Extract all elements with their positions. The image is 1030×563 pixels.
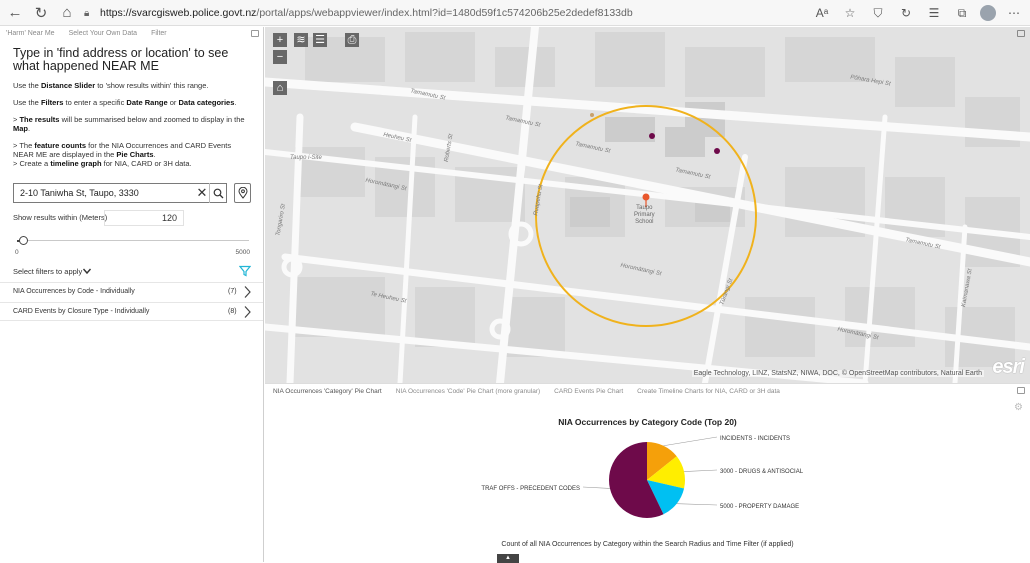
url-path: /portal/apps/webappviewer/index.html?id=… bbox=[256, 7, 633, 19]
home-icon[interactable]: ⌂ bbox=[56, 2, 78, 24]
tab-harm-near-me[interactable]: 'Harm' Near Me bbox=[6, 30, 55, 37]
result-label: NIA Occurrences by Code - Individually bbox=[13, 288, 135, 295]
browser-actions: Aᵃ ☆ ⛉ ↻ ☰ ⧉ ⋯ bbox=[812, 3, 1024, 23]
page-title: Type in 'find address or location' to se… bbox=[13, 46, 229, 73]
more-icon[interactable]: ⋯ bbox=[1004, 6, 1024, 20]
filters-toggle[interactable]: Select filters to apply bbox=[13, 265, 251, 279]
panel-minimize-icon[interactable] bbox=[251, 29, 259, 37]
slider-max-label: 5000 bbox=[235, 249, 250, 256]
browser-toolbar: ← ↻ ⌂ 🔒︎ https://svarcgisweb.police.govt… bbox=[0, 0, 1030, 26]
back-icon[interactable]: ← bbox=[4, 2, 26, 24]
pie-leader-line bbox=[684, 469, 718, 472]
chart-minimize-icon[interactable] bbox=[1017, 387, 1025, 394]
refresh-icon[interactable]: ↻ bbox=[30, 2, 52, 24]
near-me-panel: 'Harm' Near Me Select Your Own Data Filt… bbox=[0, 27, 264, 562]
pie-chart: INCIDENTS - INCIDENTS 3000 - DRUGS & ANTI… bbox=[481, 436, 804, 518]
gear-icon[interactable]: ⚙ bbox=[1014, 402, 1023, 413]
chevron-right-icon[interactable] bbox=[242, 305, 252, 319]
radius-control: Show results within (Meters) 120 bbox=[13, 210, 253, 226]
radius-label: Show results within (Meters) bbox=[13, 213, 108, 222]
search-icon[interactable] bbox=[209, 183, 227, 203]
pie-slice-label: INCIDENTS - INCIDENTS bbox=[720, 436, 790, 442]
chevron-down-icon[interactable] bbox=[82, 266, 92, 276]
home-view-icon[interactable]: ⌂ bbox=[273, 81, 287, 95]
print-icon[interactable]: ⎙ bbox=[345, 33, 359, 47]
layers-icon[interactable]: ≋ bbox=[294, 33, 308, 47]
filter-icon[interactable] bbox=[239, 265, 251, 277]
pie-leader-line bbox=[676, 503, 718, 506]
zoom-out-button[interactable]: − bbox=[273, 50, 287, 64]
chart-footnote: Count of all NIA Occurrences by Category… bbox=[501, 541, 794, 548]
map-minimize-icon[interactable] bbox=[1017, 30, 1025, 37]
radius-input[interactable]: 120 bbox=[104, 210, 184, 226]
result-count: (7) bbox=[228, 288, 237, 295]
place-label: Taupo i-Site bbox=[290, 155, 322, 161]
location-pin-icon[interactable] bbox=[234, 183, 251, 203]
pie-slice-label: 3000 - DRUGS & ANTISOCIAL bbox=[720, 469, 804, 475]
avatar[interactable] bbox=[980, 5, 996, 21]
legend-icon[interactable]: ☰ bbox=[313, 33, 327, 47]
result-label: CARD Events by Closure Type - Individual… bbox=[13, 308, 150, 315]
favorites-list-icon[interactable]: ☰ bbox=[924, 6, 944, 20]
result-row-nia[interactable]: NIA Occurrences by Code - Individually (… bbox=[0, 282, 263, 301]
tab-timeline[interactable]: Create Timeline Charts for NIA, CARD or … bbox=[637, 388, 780, 395]
pie-slice-label: 5000 - PROPERTY DAMAGE bbox=[720, 504, 799, 510]
instruction-counts: > The feature counts for the NIA Occurre… bbox=[13, 141, 232, 168]
instruction-filters: Use the Filters to enter a specific Date… bbox=[13, 98, 237, 107]
collections-icon[interactable]: ⧉ bbox=[952, 6, 972, 21]
distance-slider[interactable]: 0 5000 bbox=[13, 235, 250, 259]
tab-category-pie[interactable]: NIA Occurrences 'Category' Pie Chart bbox=[273, 388, 382, 395]
result-row-card[interactable]: CARD Events by Closure Type - Individual… bbox=[0, 302, 263, 321]
clear-icon[interactable]: ✕ bbox=[195, 185, 209, 201]
filters-label: Select filters to apply bbox=[13, 267, 83, 276]
address-search: ✕ bbox=[13, 183, 251, 203]
tab-code-pie[interactable]: NIA Occurrences 'Code' Pie Chart (more g… bbox=[396, 388, 540, 395]
read-aloud-icon[interactable]: Aᵃ bbox=[812, 6, 832, 20]
tab-card-pie[interactable]: CARD Events Pie Chart bbox=[554, 388, 623, 395]
zoom-in-button[interactable]: + bbox=[273, 33, 287, 47]
slider-min-label: 0 bbox=[15, 249, 19, 256]
instruction-results: > The results will be summarised below a… bbox=[13, 115, 245, 133]
tab-select-data[interactable]: Select Your Own Data bbox=[69, 30, 138, 37]
chevron-right-icon[interactable] bbox=[242, 285, 252, 299]
pie-leader-line bbox=[582, 486, 610, 489]
refresh-page-icon[interactable]: ↻ bbox=[896, 6, 916, 20]
url-host: https://svarcgisweb.police.govt.nz bbox=[100, 7, 257, 19]
panel-tabs: 'Harm' Near Me Select Your Own Data Filt… bbox=[0, 27, 263, 39]
esri-logo: esri bbox=[992, 356, 1025, 378]
pie-slice-label: TRAF OFFS - PRECEDENT CODES bbox=[481, 486, 580, 492]
address-bar[interactable]: 🔒︎ https://svarcgisweb.police.govt.nz/po… bbox=[84, 3, 824, 23]
chart-panel: NIA Occurrences 'Category' Pie Chart NIA… bbox=[265, 383, 1030, 563]
slider-handle[interactable] bbox=[18, 236, 28, 245]
chart-title: NIA Occurrences by Category Code (Top 20… bbox=[558, 417, 737, 427]
chart-tabs: NIA Occurrences 'Category' Pie Chart NIA… bbox=[265, 386, 1030, 397]
lock-icon: 🔒︎ bbox=[84, 7, 90, 19]
map-attribution: Eagle Technology, LINZ, StatsNZ, NIWA, D… bbox=[691, 370, 984, 377]
instruction-slider: Use the Distance Slider to 'show results… bbox=[13, 81, 209, 90]
school-label: Taupo Primary School bbox=[634, 205, 655, 225]
favorite-icon[interactable]: ☆ bbox=[840, 6, 860, 20]
slider-track bbox=[17, 240, 249, 241]
extension-icon[interactable]: ⛉ bbox=[868, 6, 888, 21]
tab-filter[interactable]: Filter bbox=[151, 30, 167, 37]
map-view[interactable]: Tamamutu St Tamamutu St Tamamutu St Tama… bbox=[265, 27, 1030, 383]
pie-leader-line bbox=[663, 436, 718, 447]
result-count: (8) bbox=[228, 308, 237, 315]
